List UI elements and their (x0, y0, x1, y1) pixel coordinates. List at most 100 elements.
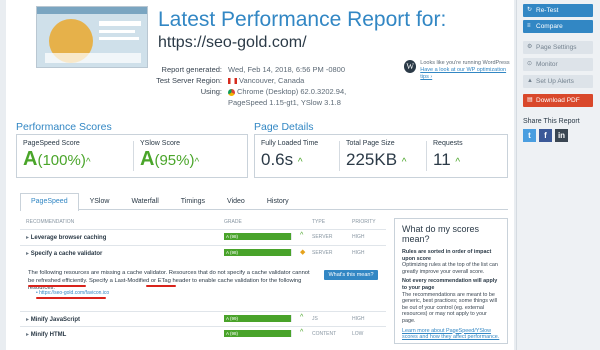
up-arrow-icon: ^ (455, 157, 461, 168)
pdf-icon: ▤ (527, 97, 533, 103)
grade-fill: A (99) (224, 315, 292, 322)
requests-label: Requests (433, 140, 463, 147)
up-arrow-icon: ^ (85, 157, 91, 168)
retest-label: Re-Test (536, 7, 559, 14)
yslow-grade: A (140, 148, 155, 170)
wp-tips-link[interactable]: Have a look at our WP optimization tips … (420, 67, 506, 80)
page-details-panel: Fully Loaded Time 0.6s ^ Total Page Size… (254, 134, 508, 178)
gear-icon: ⚙ (527, 44, 533, 50)
rule-priority: LOW (352, 331, 364, 337)
rule-priority: HIGH (352, 234, 365, 240)
yslow-score-label: YSlow Score (140, 140, 181, 147)
performance-scores-panel: PageSpeed Score A(100%)^ YSlow Score A(9… (16, 134, 248, 178)
meta-value: Vancouver, Canada (239, 76, 305, 85)
tab-yslow[interactable]: YSlow (79, 193, 121, 210)
rule-type: JS (312, 316, 318, 322)
table-row[interactable]: Minify HTML A (98) ^ CONTENT LOW (20, 326, 386, 340)
meta-value: Wed, Feb 14, 2018, 6:56 PM -0800 (228, 65, 346, 74)
monitor-icon: ⊙ (527, 61, 533, 67)
rule-priority: HIGH (352, 316, 365, 322)
twitter-icon[interactable]: t (523, 129, 536, 142)
grade-bar: A (98) (224, 233, 292, 240)
tab-timings[interactable]: Timings (170, 193, 216, 210)
yslow-percent: (95%) (154, 152, 195, 169)
rule-name: Leverage browser caching (26, 234, 107, 241)
tab-pagespeed[interactable]: PageSpeed (20, 193, 79, 211)
fully-loaded-label: Fully Loaded Time (261, 140, 319, 147)
retest-button[interactable]: ↻ Re-Test (523, 4, 593, 17)
site-screenshot-thumbnail (36, 6, 148, 68)
report-main: Latest Performance Report for: https://s… (6, 0, 514, 350)
tab-history[interactable]: History (256, 193, 300, 210)
rule-priority: HIGH (352, 250, 365, 256)
col-priority: PRIORITY (352, 219, 376, 225)
red-underline-annotation (146, 285, 176, 287)
rule-type: SERVER (312, 250, 333, 256)
report-meta: Report generated: Wed, Feb 14, 2018, 6:56… (156, 64, 373, 108)
facebook-icon[interactable]: f (539, 129, 552, 142)
help-text: The recommendations are meant to be gene… (402, 291, 497, 324)
page-settings-label: Page Settings (536, 44, 577, 51)
resource-link[interactable]: • https://seo-gold.com/favicon.ico (36, 290, 109, 296)
page-size-value: 225KB (346, 150, 398, 169)
set-up-alerts-label: Set Up Alerts (536, 78, 574, 85)
compare-button[interactable]: ≡ Compare (523, 20, 593, 33)
meta-key: Test Server Region: (156, 76, 222, 85)
page-settings-button[interactable]: ⚙ Page Settings (523, 41, 593, 54)
page-size-label: Total Page Size (346, 140, 395, 147)
pagespeed-percent: (100%) (37, 152, 86, 169)
canada-flag-icon (228, 78, 237, 85)
rule-type: SERVER (312, 234, 333, 240)
col-grade: GRADE (224, 219, 242, 225)
pagespeed-score-label: PageSpeed Score (23, 140, 80, 147)
download-pdf-button[interactable]: ▤ Download PDF (523, 94, 593, 107)
up-arrow-icon: ^ (300, 232, 304, 239)
help-box-title: What do my scores mean? (402, 224, 480, 244)
set-up-alerts-button[interactable]: ▲ Set Up Alerts (523, 75, 593, 88)
pagespeed-grade: A (23, 148, 38, 170)
compare-label: Compare (536, 23, 563, 30)
download-pdf-label: Download PDF (536, 97, 580, 104)
monitor-button[interactable]: ⊙ Monitor (523, 58, 593, 71)
wordpress-notice: W Looks like you're running WordPress Hav… (404, 60, 514, 81)
actions-sidebar: ↻ Re-Test ≡ Compare ⚙ Page Settings ⊙ Monito… (516, 0, 600, 350)
table-row[interactable]: Minify JavaScript A (99) ^ JS HIGH (20, 311, 386, 325)
report-url: https://seo-gold.com/ (158, 34, 307, 51)
up-arrow-icon: ^ (300, 329, 304, 336)
up-arrow-icon: ^ (194, 157, 200, 168)
table-row[interactable]: Specify a cache validator A (98) ◆ SERVE… (20, 245, 386, 259)
rule-name: Minify HTML (26, 331, 67, 338)
scores-help-box: What do my scores mean? Rules are sorted… (394, 218, 508, 344)
learn-more-link[interactable]: Learn more about PageSpeed/YSlow scores … (402, 328, 500, 341)
table-row[interactable]: Leverage browser caching A (98) ^ SERVER… (20, 229, 386, 243)
grade-bar: A (98) (224, 330, 292, 337)
meta-key: Using: (200, 87, 222, 96)
help-heading: Not every recommendation will apply to y… (402, 278, 498, 291)
red-underline-annotation (28, 285, 86, 287)
bell-icon: ▲ (527, 78, 533, 84)
linkedin-icon[interactable]: in (555, 129, 568, 142)
up-arrow-icon: ^ (401, 157, 407, 168)
grade-fill: A (98) (224, 249, 291, 256)
tab-waterfall[interactable]: Waterfall (120, 193, 169, 210)
requests-value: 11 (433, 150, 451, 169)
whats-this-mean-button[interactable]: What's this mean? (324, 270, 378, 280)
col-recommendation: RECOMMENDATION (26, 219, 75, 225)
refresh-icon: ↻ (527, 7, 533, 13)
tab-video[interactable]: Video (216, 193, 256, 210)
monitor-label: Monitor (536, 61, 558, 68)
table-header: RECOMMENDATION GRADE TYPE PRIORITY (20, 217, 386, 227)
fully-loaded-value: 0.6s (261, 150, 294, 169)
rule-name: Specify a cache validator (26, 250, 103, 257)
grade-bar: A (99) (224, 315, 292, 322)
rule-name: Minify JavaScript (26, 316, 80, 323)
wordpress-icon: W (404, 60, 417, 73)
grade-bar: A (98) (224, 249, 292, 256)
page-title: Latest Performance Report for: (158, 8, 447, 31)
red-underline-annotation (36, 297, 106, 299)
meta-key: Report generated: (161, 65, 222, 74)
help-text: Optimizing rules at the top of the list … (402, 262, 498, 275)
up-arrow-icon: ^ (300, 314, 304, 321)
col-type: TYPE (312, 219, 326, 225)
diamond-icon: ◆ (300, 249, 306, 256)
